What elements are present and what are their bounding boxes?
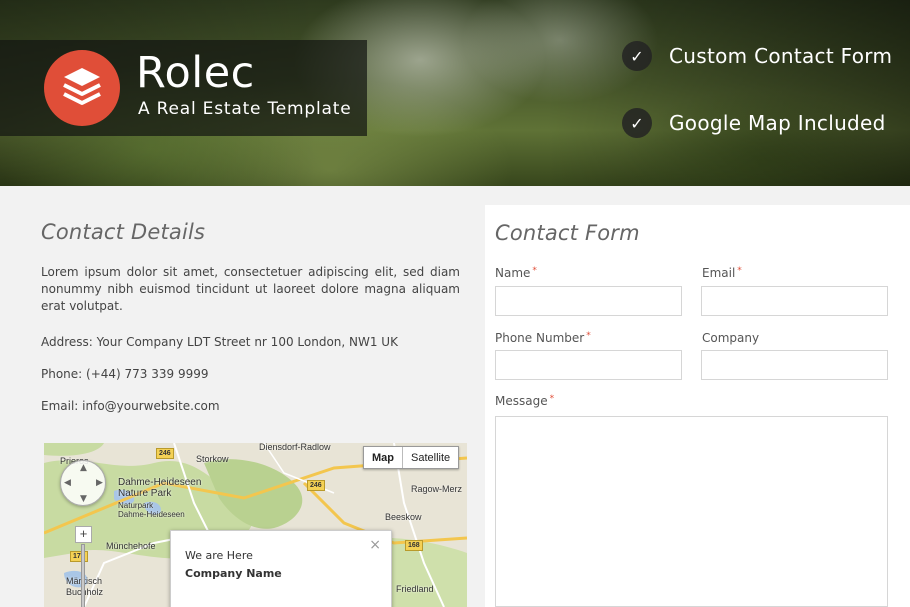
contact-intro: Lorem ipsum dolor sit amet, consectetuer… <box>41 265 460 313</box>
road-badge: 246 <box>156 448 174 459</box>
map-info-window: × We are Here Company Name <box>170 530 392 607</box>
map-label: Naturpark <box>118 501 154 510</box>
phone-label-text: Phone Number <box>495 331 585 345</box>
contact-phone: Phone: (+44) 773 339 9999 <box>41 367 209 381</box>
map-label: Beeskow <box>385 512 422 522</box>
map-label: Nature Park <box>118 488 172 499</box>
road-badge: 168 <box>405 540 423 551</box>
feature-label: Google Map Included <box>669 111 886 135</box>
map-type-map-button[interactable]: Map <box>364 447 403 468</box>
check-icon: ✓ <box>622 41 652 71</box>
map-label: Dahme-Heideseen <box>118 510 185 519</box>
email-label: Email * <box>702 266 742 280</box>
feature-label: Custom Contact Form <box>669 44 893 68</box>
contact-details-title: Contact Details <box>41 220 206 244</box>
map-label: Ragow-Merz <box>411 484 463 494</box>
message-textarea[interactable] <box>495 416 888 607</box>
logo[interactable] <box>44 50 120 126</box>
name-label: Name * <box>495 266 537 280</box>
required-mark: * <box>549 394 555 404</box>
feature-custom-contact-form: ✓ Custom Contact Form <box>622 40 892 72</box>
check-icon: ✓ <box>622 108 652 138</box>
info-window-company: Company Name <box>185 567 282 580</box>
brand-box: Rolec A Real Estate Template <box>0 40 367 136</box>
road-badge: 246 <box>307 480 325 491</box>
info-window-line: We are Here <box>185 549 253 562</box>
map-type-control: Map Satellite <box>363 446 460 469</box>
phone-label: Phone Number * <box>495 331 591 345</box>
contact-form-title: Contact Form <box>495 221 640 245</box>
hero-banner: Rolec A Real Estate Template ✓ Custom Co… <box>0 0 910 186</box>
zoom-slider[interactable] <box>81 544 85 607</box>
arrow-down-icon[interactable]: ▼ <box>80 495 87 504</box>
map-type-satellite-button[interactable]: Satellite <box>403 447 458 468</box>
message-label: Message * <box>495 394 554 408</box>
contact-address: Address: Your Company LDT Street nr 100 … <box>41 335 398 349</box>
brand-tagline: A Real Estate Template <box>138 99 352 119</box>
company-label: Company <box>702 331 759 345</box>
map-label: Friedland <box>396 584 434 594</box>
arrow-right-icon[interactable]: ▶ <box>96 479 103 488</box>
feature-google-map: ✓ Google Map Included <box>622 107 886 139</box>
arrow-up-icon[interactable]: ▲ <box>80 464 87 473</box>
map-label: Storkow <box>196 454 229 464</box>
phone-input[interactable] <box>495 350 682 380</box>
layers-icon <box>63 68 101 105</box>
google-map[interactable]: Diensdorf-Radlow Storkow Prieros Dahme-H… <box>44 443 467 607</box>
contact-form-panel: Contact Form Name * Email * Phone Number * … <box>485 205 910 607</box>
required-mark: * <box>586 331 591 341</box>
company-label-text: Company <box>702 331 760 345</box>
name-input[interactable] <box>495 286 682 316</box>
message-label-text: Message <box>495 394 548 408</box>
close-icon[interactable]: × <box>369 537 381 553</box>
road-badge: 179 <box>70 551 88 562</box>
required-mark: * <box>737 266 742 276</box>
pan-control[interactable]: ▲ ▼ ◀ ▶ <box>60 460 106 506</box>
map-label: Dahme-Heideseen <box>118 477 202 488</box>
required-mark: * <box>532 266 537 276</box>
name-label-text: Name <box>495 266 531 280</box>
email-label-text: Email <box>702 266 736 280</box>
zoom-in-button[interactable]: + <box>75 526 92 543</box>
contact-email[interactable]: Email: info@yourwebsite.com <box>41 399 460 413</box>
email-input[interactable] <box>701 286 888 316</box>
map-label: Diensdorf-Radlow <box>259 443 331 452</box>
brand-name: Rolec <box>136 48 255 98</box>
contact-details: Contact Details Lorem ipsum dolor sit am… <box>41 220 460 413</box>
map-label: Münchehofe <box>106 541 156 551</box>
arrow-left-icon[interactable]: ◀ <box>64 479 71 488</box>
company-input[interactable] <box>701 350 888 380</box>
